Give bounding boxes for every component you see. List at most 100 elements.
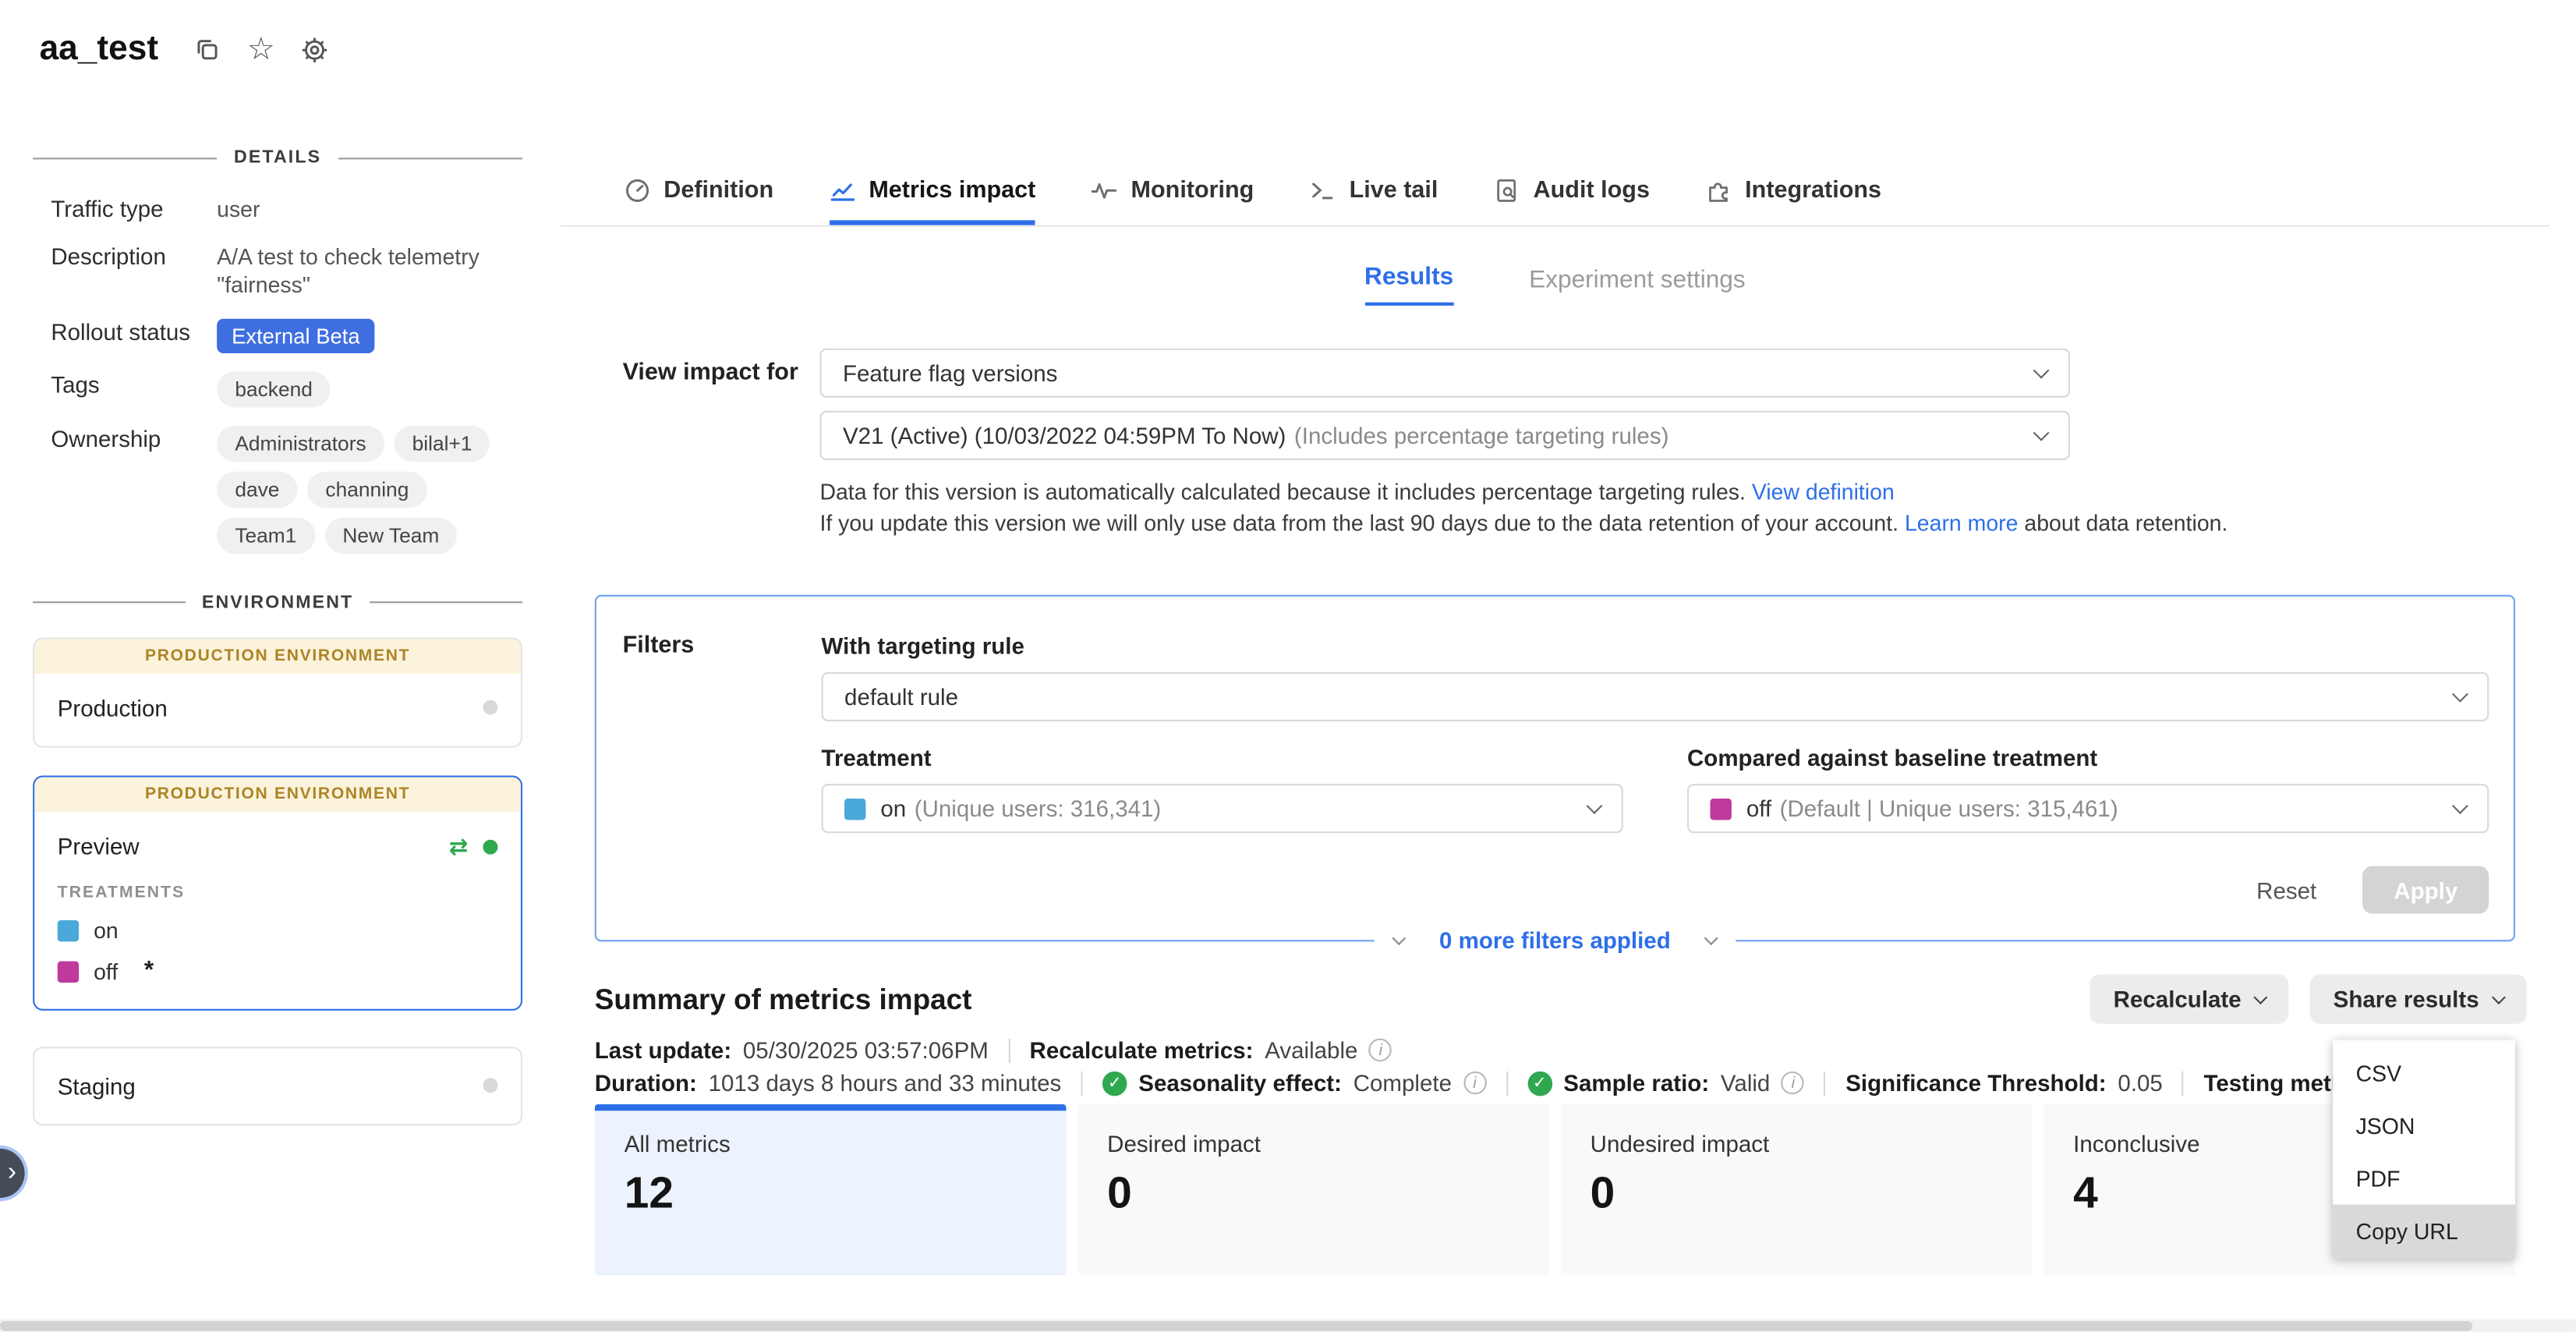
chevron-down-icon (1587, 797, 1603, 813)
details-section-header: DETAILS (33, 148, 522, 168)
treatments-label: TREATMENTS (58, 884, 498, 902)
line-chart-icon (830, 178, 856, 204)
page-title: aa_test (40, 30, 159, 69)
retention-text: If you update this version we will only … (819, 511, 2549, 536)
share-menu-item-copy-url[interactable]: Copy URL (2333, 1205, 2515, 1259)
scrollbar-thumb[interactable] (0, 1321, 2473, 1331)
version-type-dropdown[interactable]: Feature flag versions (819, 349, 2070, 398)
description-value: A/A test to check telemetry "fairness" (217, 243, 522, 300)
baseline-label: Compared against baseline treatment (1687, 745, 2489, 771)
treatment-label: Treatment (822, 745, 1623, 771)
summary-title: Summary of metrics impact (595, 982, 2090, 1016)
owner-pill: Team1 (217, 517, 314, 553)
seasonality-label: Seasonality effect: (1138, 1070, 1342, 1096)
traffic-type-label: Traffic type (33, 196, 217, 225)
audit-log-icon (1494, 178, 1520, 204)
duration-label: Duration: (595, 1070, 697, 1096)
tab-audit-logs[interactable]: Audit logs (1494, 178, 1650, 225)
rollout-status-label: Rollout status (33, 318, 217, 352)
collapse-arrow-icon: › (8, 1159, 16, 1189)
share-menu-item-pdf[interactable]: PDF (2333, 1152, 2515, 1204)
treatment-row-off: off * (58, 959, 498, 984)
treatment-name: on (94, 918, 119, 943)
sidebar-collapse-button[interactable]: › (0, 1149, 25, 1198)
treatment-swatch-off (58, 961, 79, 982)
recalculate-metrics-value: Available (1265, 1037, 1357, 1064)
copy-icon[interactable] (194, 36, 221, 62)
targeting-rule-dropdown[interactable]: default rule (822, 672, 2489, 721)
recalculate-button[interactable]: Recalculate (2090, 975, 2289, 1024)
chevron-down-icon (2492, 990, 2506, 1004)
sample-ratio-value: Valid (1721, 1070, 1770, 1096)
reset-button[interactable]: Reset (2256, 877, 2316, 903)
environment-section-label: ENVIRONMENT (202, 593, 353, 612)
results-subtabs: Results Experiment settings (595, 263, 2515, 306)
description-row: Description A/A test to check telemetry … (33, 243, 522, 300)
card-all-metrics[interactable]: All metrics 12 (595, 1104, 1067, 1275)
app-viewport: aa_test ☆ DETAILS Traffic type user Desc… (0, 0, 2576, 1332)
environment-name: Preview (58, 834, 140, 860)
horizontal-scrollbar[interactable] (0, 1320, 2576, 1332)
check-icon: ✓ (1102, 1071, 1127, 1096)
share-menu-item-json[interactable]: JSON (2333, 1100, 2515, 1152)
rollout-status-row: Rollout status External Beta (33, 318, 522, 352)
summary-meta-line1: Last update: 05/30/2025 03:57:06PM Recal… (595, 1037, 2549, 1064)
main-content: Definition Metrics impact Monitoring Liv… (561, 158, 2550, 1275)
info-icon[interactable]: i (1369, 1039, 1392, 1061)
last-update-label: Last update: (595, 1037, 731, 1064)
divider (1506, 1071, 1508, 1096)
info-icon[interactable]: i (1782, 1072, 1804, 1094)
tab-definition[interactable]: Definition (625, 178, 773, 225)
tab-integrations[interactable]: Integrations (1706, 178, 1881, 225)
app-root: aa_test ☆ DETAILS Traffic type user Desc… (0, 0, 2576, 1332)
treatment-swatch-on (58, 919, 79, 941)
production-environment-banner: PRODUCTION ENVIRONMENT (34, 777, 521, 811)
chevron-down-icon (1704, 930, 1718, 944)
auto-calc-text: Data for this version is automatically c… (819, 480, 2549, 505)
details-section-label: DETAILS (234, 148, 321, 168)
rollout-status-badge: External Beta (217, 318, 374, 352)
treatment-swatch-off (1710, 798, 1731, 819)
card-undesired-impact[interactable]: Undesired impact 0 (1561, 1104, 2033, 1275)
star-icon[interactable]: ☆ (247, 34, 275, 65)
more-filters-toggle[interactable]: 0 more filters applied (1374, 923, 1736, 956)
treatment-name: off (94, 959, 118, 984)
gauge-icon (625, 178, 651, 204)
puzzle-icon (1706, 178, 1732, 204)
metric-summary-cards: All metrics 12 Desired impact 0 Undesire… (595, 1104, 2515, 1275)
environment-section-header: ENVIRONMENT (33, 593, 522, 612)
environment-card-production[interactable]: PRODUCTION ENVIRONMENT Production (33, 637, 522, 747)
learn-more-link[interactable]: Learn more (1905, 511, 2018, 536)
divider (1824, 1071, 1826, 1096)
tab-live-tail[interactable]: Live tail (1310, 178, 1438, 225)
share-results-button[interactable]: Share results (2310, 975, 2527, 1024)
info-icon[interactable]: i (1463, 1072, 1486, 1094)
subtab-experiment-settings[interactable]: Experiment settings (1529, 266, 1746, 306)
card-desired-impact[interactable]: Desired impact 0 (1077, 1104, 1549, 1275)
treatment-swatch-on (844, 798, 865, 819)
subtab-results[interactable]: Results (1364, 263, 1453, 306)
traffic-type-value: user (217, 196, 522, 225)
version-dropdown[interactable]: V21 (Active) (10/03/2022 04:59PM To Now)… (819, 411, 2070, 460)
treatment-dropdown[interactable]: on (Unique users: 316,341) (822, 784, 1623, 833)
environment-name: Staging (58, 1072, 136, 1099)
environment-card-staging[interactable]: Staging (33, 1046, 522, 1125)
environment-card-preview[interactable]: PRODUCTION ENVIRONMENT Preview ⇄ TREATME… (33, 775, 522, 1010)
view-definition-link[interactable]: View definition (1752, 480, 1895, 505)
baseline-dropdown[interactable]: off (Default | Unique users: 315,461) (1687, 784, 2489, 833)
main-tabs: Definition Metrics impact Monitoring Liv… (561, 158, 2550, 226)
check-icon: ✓ (1527, 1071, 1552, 1096)
chevron-down-icon (2033, 424, 2050, 441)
share-menu-item-csv[interactable]: CSV (2333, 1047, 2515, 1099)
details-sidebar: DETAILS Traffic type user Description A/… (33, 138, 522, 1125)
apply-button[interactable]: Apply (2362, 866, 2489, 913)
tag-pill: backend (217, 370, 331, 406)
sync-icon: ⇄ (449, 833, 469, 861)
ownership-row: Ownership Administrators bilal+1 dave ch… (33, 425, 522, 553)
share-results-menu: CSV JSON PDF Copy URL (2333, 1040, 2515, 1259)
tab-monitoring[interactable]: Monitoring (1092, 178, 1254, 225)
significance-value: 0.05 (2118, 1070, 2162, 1096)
summary-header: Summary of metrics impact Recalculate Sh… (561, 975, 2550, 1024)
tab-metrics-impact[interactable]: Metrics impact (830, 178, 1036, 225)
gear-icon[interactable] (302, 35, 330, 63)
